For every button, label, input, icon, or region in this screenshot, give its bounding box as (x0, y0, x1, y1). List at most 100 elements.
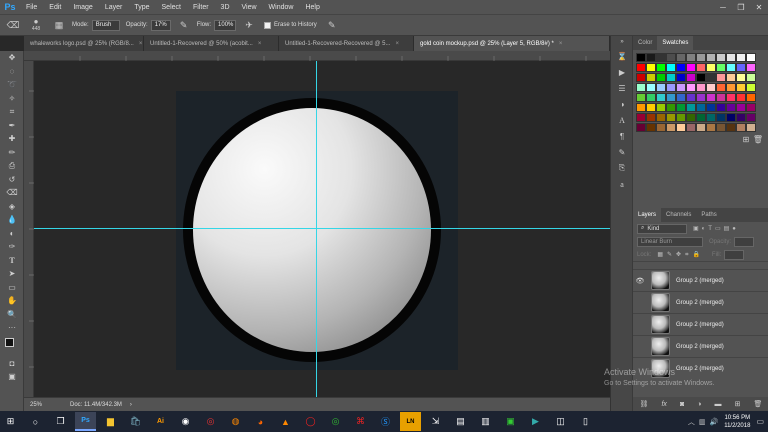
swatch[interactable] (736, 113, 746, 122)
swatch[interactable] (706, 53, 716, 62)
folder-icon[interactable]: ▬ (715, 401, 722, 408)
swatch[interactable] (686, 73, 696, 82)
brush-preset-picker[interactable]: ● 448 (26, 18, 46, 33)
swatch[interactable] (676, 83, 686, 92)
swatch[interactable] (736, 123, 746, 132)
task-view-icon[interactable]: ❐ (50, 412, 71, 431)
obs-icon[interactable]: ◉ (175, 412, 196, 431)
paint-bucket-tool-icon[interactable]: ◈ (0, 200, 24, 214)
swatch[interactable] (716, 63, 726, 72)
swatch[interactable] (736, 103, 746, 112)
swatch[interactable] (716, 93, 726, 102)
marquee-tool-icon[interactable]: ◌ (0, 65, 24, 79)
swatch[interactable] (696, 63, 706, 72)
adjustments-panel-icon[interactable]: ◑ (611, 96, 633, 112)
layer-row[interactable]: Group 2 (merged) (633, 335, 768, 357)
menu-view[interactable]: View (236, 4, 263, 11)
tab-untitled-recovered[interactable]: Untitled-1-Recovered @ 50% (acobit... × (144, 36, 279, 51)
swatch[interactable] (656, 113, 666, 122)
layer-opacity-input[interactable] (734, 236, 755, 247)
swatch[interactable] (726, 123, 736, 132)
mode-select[interactable]: Brush (91, 19, 120, 31)
menu-filter[interactable]: Filter (187, 4, 215, 11)
swatch[interactable] (736, 83, 746, 92)
swatch[interactable] (636, 63, 646, 72)
swatch[interactable] (636, 93, 646, 102)
swatch[interactable] (646, 83, 656, 92)
swatch[interactable] (706, 83, 716, 92)
acrobat-icon[interactable]: ⌘ (350, 412, 371, 431)
swatch[interactable] (716, 53, 726, 62)
blur-tool-icon[interactable]: 💧 (0, 213, 24, 227)
swatch[interactable] (656, 63, 666, 72)
quick-mask-icon[interactable]: ◘ (0, 357, 24, 371)
swatch[interactable] (676, 63, 686, 72)
menu-edit[interactable]: Edit (43, 4, 67, 11)
swatch[interactable] (746, 103, 756, 112)
layer-partial-row[interactable] (633, 261, 768, 269)
swatch[interactable] (666, 103, 676, 112)
lock-icons[interactable]: ▦✎✥⌗🔒 (657, 251, 704, 259)
notifications-icon[interactable]: ▭ (756, 417, 764, 426)
system-clock[interactable]: 10:56 PM 11/2/2018 (724, 414, 750, 430)
swatch[interactable] (646, 113, 656, 122)
menu-type[interactable]: Type (128, 4, 155, 11)
hand-tool-icon[interactable]: ✋ (0, 294, 24, 308)
opera-icon[interactable]: ◯ (300, 412, 321, 431)
eraser-tool-icon[interactable]: ⌫ (0, 186, 24, 200)
fx-icon[interactable]: fx (661, 401, 666, 408)
clone-source-panel-icon[interactable]: ⎘ (611, 160, 633, 176)
clone-stamp-tool-icon[interactable]: ⎙ (0, 159, 24, 173)
swatch[interactable] (746, 53, 756, 62)
glyphs-panel-icon[interactable]: a (611, 176, 633, 192)
file-explorer-icon[interactable]: ▆ (100, 412, 121, 431)
dodge-tool-icon[interactable]: ◐ (0, 227, 24, 241)
close-button[interactable]: ✕ (750, 0, 768, 14)
swatch[interactable] (646, 73, 656, 82)
swatch[interactable] (706, 123, 716, 132)
swatch[interactable] (726, 113, 736, 122)
layer-row[interactable]: Group 2 (merged) (633, 357, 768, 379)
swatch[interactable] (716, 83, 726, 92)
swatch[interactable] (666, 113, 676, 122)
swatch[interactable] (746, 63, 756, 72)
close-tab-icon[interactable]: × (559, 41, 563, 47)
swatch[interactable] (686, 83, 696, 92)
canvas-area[interactable] (34, 61, 610, 397)
swatch[interactable] (706, 73, 716, 82)
swatch[interactable] (696, 93, 706, 102)
swatch[interactable] (706, 93, 716, 102)
orange-app-icon[interactable]: ◍ (225, 412, 246, 431)
fill-input[interactable] (724, 249, 745, 260)
vlc-icon[interactable]: ▲ (275, 412, 296, 431)
eraser-tool-icon[interactable]: ⌫ (6, 18, 20, 32)
tab-color[interactable]: Color (633, 36, 657, 50)
foreground-color[interactable] (5, 337, 14, 347)
swatch[interactable] (676, 73, 686, 82)
tab-gold-coin-mockup[interactable]: gold coin mockup.psd @ 25% (Layer 5, RGB… (414, 36, 610, 51)
swatch[interactable] (646, 53, 656, 62)
swatch[interactable] (706, 113, 716, 122)
swatch[interactable] (646, 103, 656, 112)
swatch[interactable] (676, 123, 686, 132)
swatch[interactable] (726, 83, 736, 92)
swatch[interactable] (656, 53, 666, 62)
opacity-input[interactable]: 17% (150, 19, 171, 31)
crop-tool-icon[interactable]: ⌗ (0, 105, 24, 119)
menu-help[interactable]: Help (299, 4, 325, 11)
layer-row[interactable]: Group 2 (merged) (633, 291, 768, 313)
color-swatches-icon[interactable] (0, 335, 24, 357)
flow-input[interactable]: 100% (214, 19, 237, 31)
app-icon-2[interactable]: ▯ (575, 412, 596, 431)
swatch[interactable] (716, 103, 726, 112)
erase-history-checkbox[interactable] (264, 21, 272, 29)
swatch[interactable] (706, 63, 716, 72)
pen-tool-icon[interactable]: ✑ (0, 240, 24, 254)
swatch[interactable] (726, 103, 736, 112)
swatch[interactable] (636, 103, 646, 112)
swatch[interactable] (736, 93, 746, 102)
close-tab-icon[interactable]: × (258, 41, 262, 47)
swatch[interactable] (686, 63, 696, 72)
more-tools-icon[interactable]: ··· (0, 321, 24, 335)
swatch[interactable] (636, 53, 646, 62)
